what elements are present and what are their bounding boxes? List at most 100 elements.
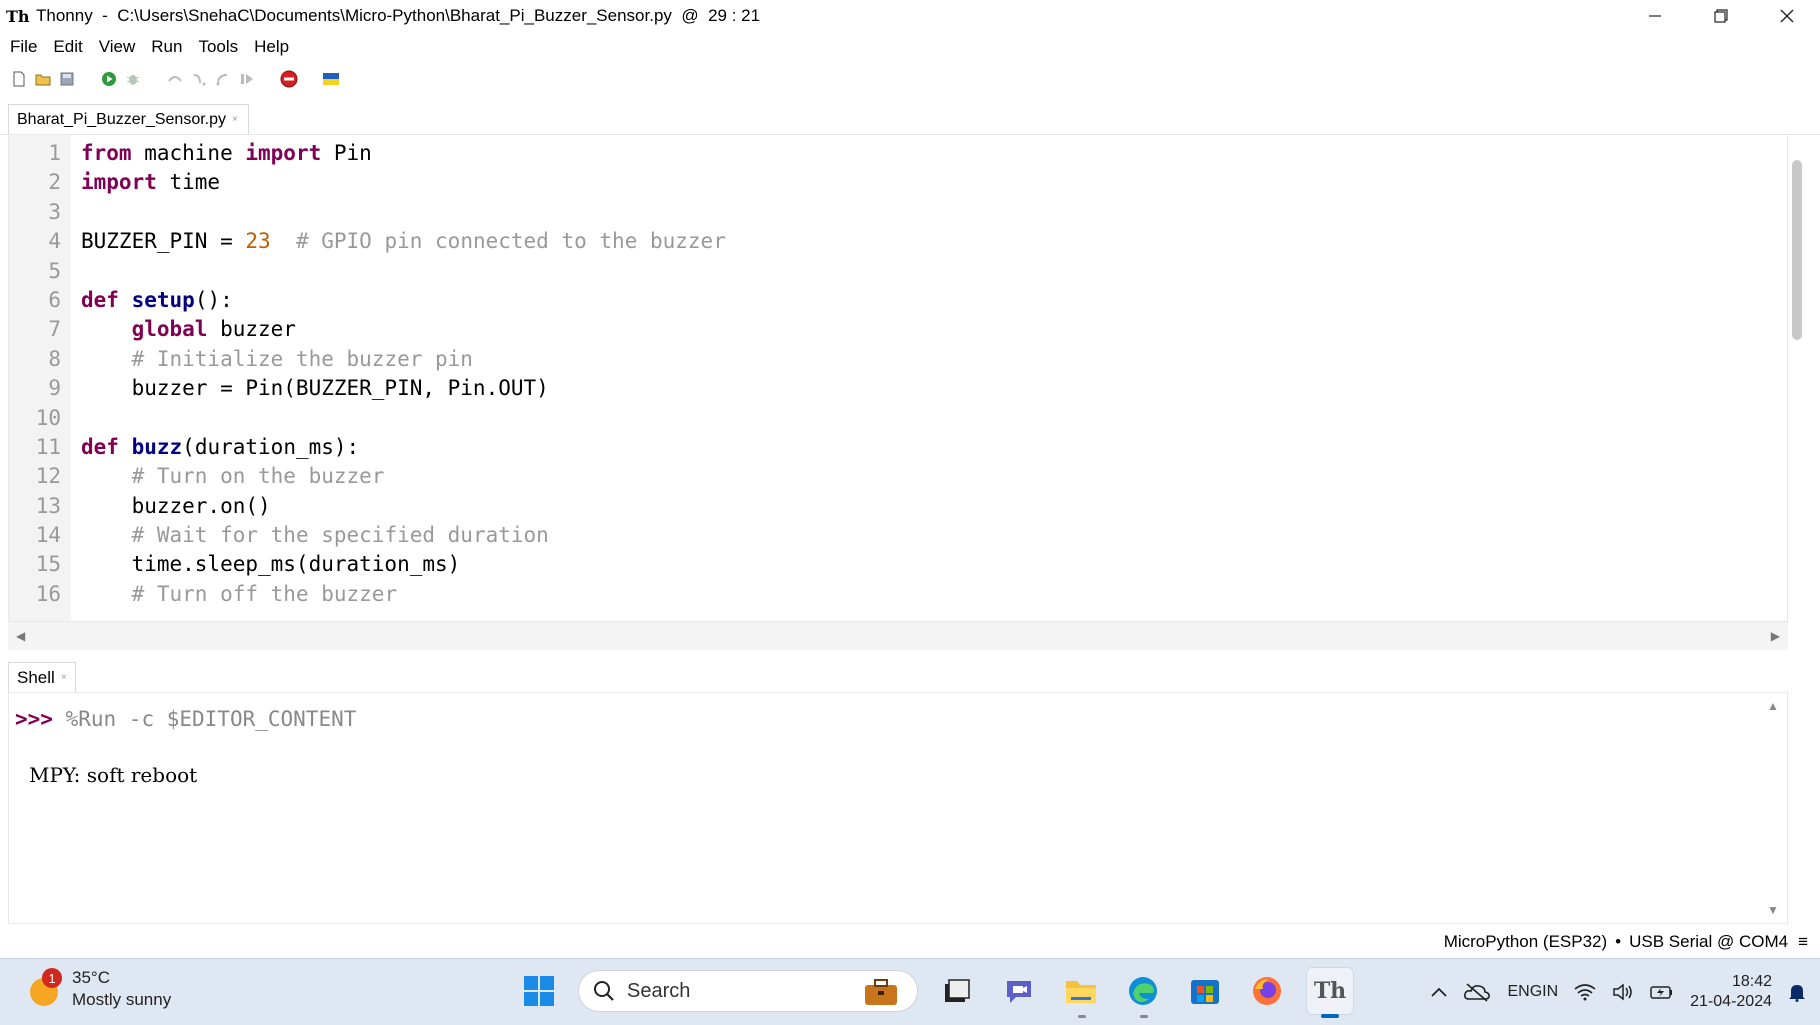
shell-vertical-scrollbar[interactable]: ▲ ▼ <box>1759 693 1787 923</box>
clock-button[interactable]: 18:42 21-04-2024 <box>1690 972 1772 1012</box>
resume-button[interactable] <box>238 70 256 88</box>
file-explorer-button[interactable] <box>1058 968 1104 1018</box>
step-out-button[interactable] <box>214 70 232 88</box>
volume-button[interactable] <box>1612 983 1634 1001</box>
step-out-icon <box>216 74 228 86</box>
window-title: Thonny - C:\Users\SnehaC\Documents\Micro… <box>36 6 761 25</box>
shell-tab-bar: Shell × <box>0 660 1820 692</box>
microsoft-store-button[interactable] <box>1182 968 1228 1014</box>
chevron-up-icon <box>1431 987 1448 997</box>
status-bar[interactable]: MicroPython (ESP32) • USB Serial @ COM4 … <box>0 928 1820 956</box>
windows-taskbar: 1 35°C Mostly sunny Search Th ENG IN 18:… <box>0 958 1820 1025</box>
editor-tab-bar: Bharat_Pi_Buzzer_Sensor.py × <box>0 104 1820 135</box>
chat-icon <box>1007 981 1031 1003</box>
clock-time: 18:42 <box>1731 973 1772 990</box>
thonny-taskbar-button[interactable]: Th <box>1306 967 1354 1018</box>
briefcase-icon <box>865 979 897 1005</box>
system-tray: ENG IN 18:42 21-04-2024 <box>1423 959 1820 1025</box>
restore-button[interactable] <box>1688 0 1754 32</box>
close-button[interactable] <box>1754 0 1820 32</box>
windows-logo-icon <box>524 976 554 1006</box>
line-number: 12 <box>35 464 61 489</box>
toolbar <box>0 64 1820 94</box>
shell-output: MPY: soft reboot <box>29 763 198 787</box>
code-line: buzzer.on() <box>81 493 271 518</box>
start-button[interactable] <box>516 968 562 1014</box>
menu-run[interactable]: Run <box>151 35 182 59</box>
scroll-right-icon[interactable]: ▶ <box>1771 629 1780 643</box>
taskbar-search-box[interactable]: Search <box>578 970 918 1012</box>
battery-charging-icon <box>1650 986 1673 999</box>
menu-lines-icon[interactable]: ≡ <box>1798 932 1808 952</box>
port-label[interactable]: USB Serial @ COM4 <box>1629 932 1788 952</box>
teams-chat-button[interactable] <box>996 968 1042 1014</box>
step-over-button[interactable] <box>166 70 184 88</box>
firefox-button[interactable] <box>1244 968 1290 1014</box>
battery-button[interactable] <box>1650 983 1674 1001</box>
step-into-button[interactable] <box>190 70 208 88</box>
code-line: def setup(): <box>81 287 233 312</box>
new-file-button[interactable] <box>10 70 28 88</box>
save-button[interactable] <box>58 70 76 88</box>
menu-file[interactable]: File <box>10 35 37 59</box>
editor-horizontal-scrollbar[interactable]: ◀ ▶ <box>8 622 1788 650</box>
shell-command: %Run -c $EDITOR_CONTENT <box>52 707 357 731</box>
network-button[interactable] <box>1574 983 1596 1001</box>
line-number: 15 <box>35 552 61 577</box>
shell-prompt: >>> <box>15 707 53 731</box>
menu-tools[interactable]: Tools <box>198 35 238 59</box>
scroll-down-icon[interactable]: ▼ <box>1767 903 1779 917</box>
scroll-up-icon[interactable]: ▲ <box>1767 699 1779 713</box>
minimize-button[interactable] <box>1622 0 1688 32</box>
menu-view[interactable]: View <box>99 35 136 59</box>
minimize-icon <box>1649 15 1661 17</box>
code-line: # Wait for the specified duration <box>131 523 549 548</box>
line-number: 3 <box>48 199 61 224</box>
thonny-icon: Th <box>1313 978 1347 1004</box>
show-hidden-icons-button[interactable] <box>1431 987 1448 997</box>
code-line: from machine import Pin <box>81 141 372 165</box>
notification-badge: 1 <box>42 968 62 988</box>
store-icon <box>1191 980 1219 1004</box>
run-button[interactable] <box>100 70 118 88</box>
code-line: BUZZER_PIN = 23 # GPIO pin connected to … <box>81 229 726 254</box>
step-into-icon <box>193 74 206 86</box>
stop-button[interactable] <box>280 70 298 88</box>
weather-widget[interactable]: 1 35°C Mostly sunny <box>28 967 171 1011</box>
editor-tab-label: Bharat_Pi_Buzzer_Sensor.py <box>17 110 227 128</box>
editor-vertical-scrollbar-thumb[interactable] <box>1792 160 1802 340</box>
onedrive-button[interactable] <box>1463 982 1491 1002</box>
debug-icon <box>126 75 140 85</box>
shell-tab[interactable]: Shell × <box>8 662 76 692</box>
open-file-button[interactable] <box>34 70 52 88</box>
line-number: 10 <box>35 405 61 430</box>
wifi-icon <box>1574 984 1596 1001</box>
notifications-button[interactable] <box>1788 982 1806 1002</box>
interpreter-label[interactable]: MicroPython (ESP32) <box>1444 932 1607 952</box>
tab-close-icon[interactable]: × <box>61 672 67 683</box>
shell-panel[interactable]: >>> %Run -c $EDITOR_CONTENT MPY: soft re… <box>8 692 1788 924</box>
code-editor[interactable]: 1 from machine import Pin 2 import time 3 … <box>8 134 1788 622</box>
restore-icon <box>1714 9 1728 23</box>
line-number: 14 <box>35 523 61 548</box>
menu-help[interactable]: Help <box>254 35 289 59</box>
editor-tab[interactable]: Bharat_Pi_Buzzer_Sensor.py × <box>8 104 249 134</box>
line-number: 6 <box>48 287 61 312</box>
scroll-left-icon[interactable]: ◀ <box>16 629 25 643</box>
code-line: # Initialize the buzzer pin <box>131 346 473 371</box>
edge-browser-button[interactable] <box>1120 968 1166 1018</box>
support-ukraine-button[interactable] <box>322 70 340 88</box>
close-icon <box>1780 9 1794 23</box>
region-code: IN <box>1542 983 1559 1000</box>
debug-button[interactable] <box>124 70 142 88</box>
firefox-icon <box>1253 977 1281 1005</box>
weather-description: Mostly sunny <box>72 990 172 1009</box>
resume-icon <box>241 74 253 84</box>
menu-edit[interactable]: Edit <box>53 35 82 59</box>
language-indicator[interactable]: ENG IN <box>1507 982 1558 1002</box>
tab-close-icon[interactable]: × <box>232 114 238 125</box>
line-number: 16 <box>35 581 61 606</box>
task-view-button[interactable] <box>934 968 980 1014</box>
thonny-logo-icon: Th <box>6 6 30 26</box>
folder-icon <box>1066 981 1096 1003</box>
